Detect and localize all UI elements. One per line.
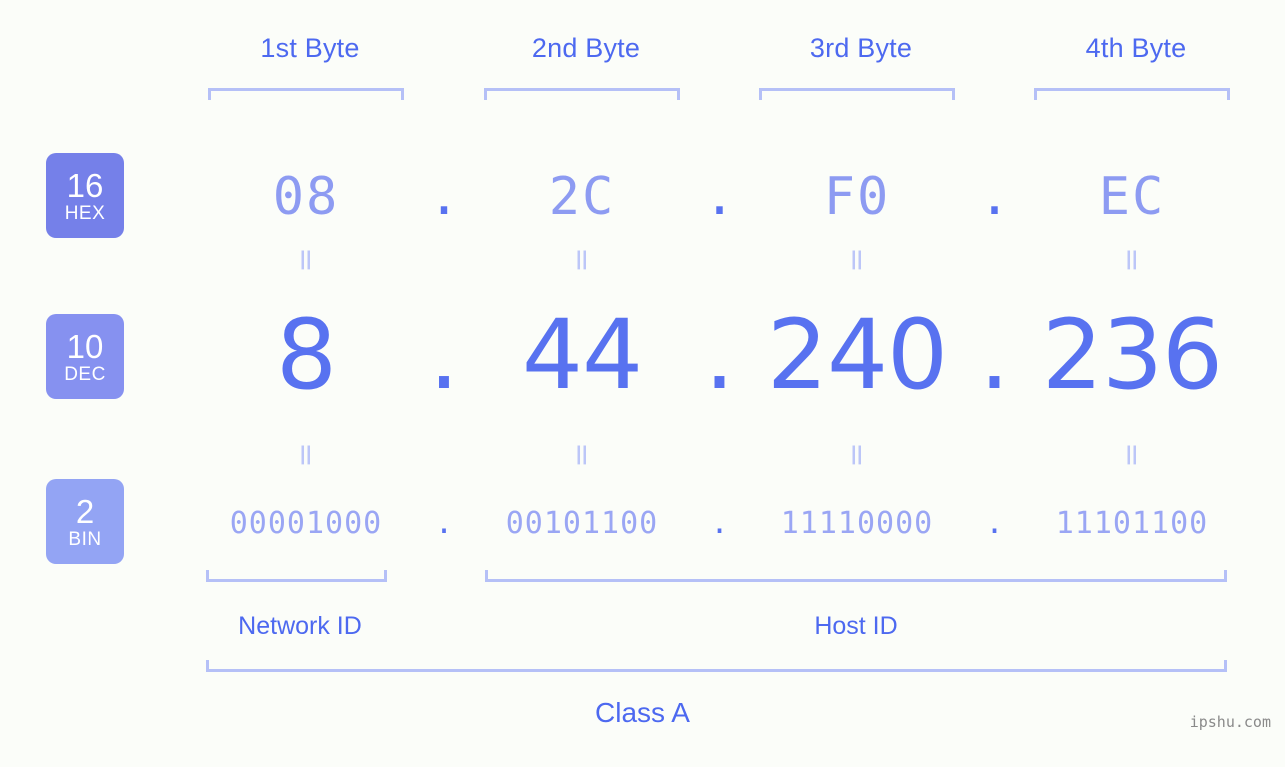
base-badge-hex-number: 16 xyxy=(66,166,104,204)
dec-byte-3: 240 xyxy=(766,299,948,411)
host-id-bracket xyxy=(485,570,1227,582)
dec-separator-2: . xyxy=(704,299,735,411)
base-badge-bin: 2 BIN xyxy=(46,479,124,564)
byte-bracket-2 xyxy=(484,88,680,100)
base-badge-hex-label: HEX xyxy=(64,202,106,224)
bin-byte-1: 00001000 xyxy=(229,505,383,541)
hex-separator-2: . xyxy=(703,167,736,227)
equals-row-hex-dec: = = = = xyxy=(150,243,1250,277)
equals-sign: = xyxy=(839,442,875,468)
dec-separator-1: . xyxy=(428,299,460,411)
bin-separator-1: . xyxy=(434,505,454,541)
equals-sign: = xyxy=(564,247,600,273)
base-badge-bin-number: 2 xyxy=(75,492,95,530)
hex-byte-2: 2C xyxy=(548,167,616,227)
base-badge-bin-label: BIN xyxy=(68,528,102,550)
dec-byte-1: 8 xyxy=(275,299,337,411)
dec-value-row: 8 . 44 . 240 . 236 xyxy=(150,295,1250,415)
hex-separator-3: . xyxy=(978,167,1011,227)
bin-separator-2: . xyxy=(710,505,729,541)
network-id-bracket xyxy=(206,570,387,582)
ip-address-breakdown-diagram: 1st Byte 2nd Byte 3rd Byte 4th Byte 16 H… xyxy=(0,0,1285,767)
base-badge-dec: 10 DEC xyxy=(46,314,124,399)
class-label: Class A xyxy=(595,697,690,728)
site-watermark: ipshu.com xyxy=(1189,713,1271,731)
dec-separator-3: . xyxy=(979,299,1010,411)
byte-bracket-4 xyxy=(1034,88,1230,100)
hex-byte-4: EC xyxy=(1098,167,1166,227)
class-bracket xyxy=(206,660,1227,672)
byte-bracket-3 xyxy=(759,88,955,100)
hex-byte-1: 08 xyxy=(272,167,340,227)
bin-separator-3: . xyxy=(985,505,1004,541)
byte-header-2: 2nd Byte xyxy=(531,33,641,63)
bin-value-row: 00001000 . 00101100 . 11110000 . 1110110… xyxy=(150,498,1250,548)
base-badge-dec-label: DEC xyxy=(64,363,106,385)
equals-row-dec-bin: = = = = xyxy=(150,438,1250,472)
bin-byte-2: 00101100 xyxy=(505,505,659,541)
equals-sign: = xyxy=(1114,442,1150,468)
equals-sign: = xyxy=(839,247,875,273)
dec-byte-2: 44 xyxy=(521,299,643,411)
base-badge-dec-number: 10 xyxy=(66,327,104,365)
dec-byte-4: 236 xyxy=(1041,299,1223,411)
equals-sign: = xyxy=(564,442,600,468)
hex-value-row: 08 . 2C . F0 . EC xyxy=(150,152,1250,242)
hex-separator-1: . xyxy=(428,167,460,227)
host-id-label: Host ID xyxy=(814,612,898,640)
byte-header-3: 3rd Byte xyxy=(809,33,913,63)
byte-header-1: 1st Byte xyxy=(260,33,360,63)
base-badge-hex: 16 HEX xyxy=(46,153,124,238)
equals-sign: = xyxy=(1114,247,1150,273)
hex-byte-3: F0 xyxy=(823,167,891,227)
bin-byte-3: 11110000 xyxy=(780,505,934,541)
byte-header-4: 4th Byte xyxy=(1085,33,1187,63)
bin-byte-4: 11101100 xyxy=(1055,505,1209,541)
equals-sign: = xyxy=(288,247,324,273)
byte-bracket-1 xyxy=(208,88,404,100)
equals-sign: = xyxy=(288,442,324,468)
network-id-label: Network ID xyxy=(238,612,362,640)
